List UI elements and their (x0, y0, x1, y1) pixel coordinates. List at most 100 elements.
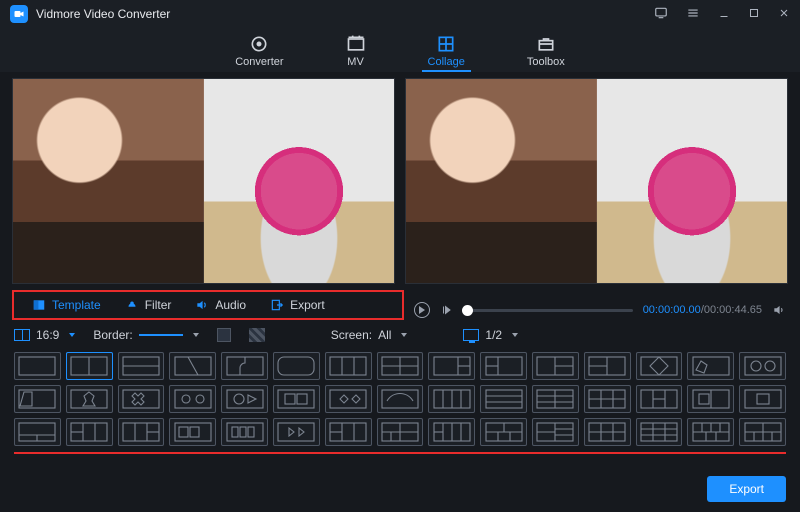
preview-stage (0, 72, 800, 284)
collage-icon (436, 34, 456, 54)
template-thumb[interactable] (325, 418, 372, 446)
preview-slot-left (406, 79, 597, 283)
template-thumb[interactable] (739, 352, 786, 380)
template-thumb[interactable] (66, 418, 113, 446)
step-icon[interactable] (440, 304, 452, 316)
template-thumb[interactable] (14, 352, 61, 380)
border-color[interactable] (217, 328, 231, 342)
collage-slot-right[interactable] (204, 79, 394, 283)
main-nav: Converter MV Collage Toolbox (0, 28, 800, 72)
template-thumb[interactable] (14, 418, 61, 446)
footer: Export (707, 476, 786, 502)
template-thumb[interactable] (169, 352, 216, 380)
template-thumb[interactable] (636, 385, 683, 413)
template-thumb[interactable] (584, 352, 631, 380)
preview-panel[interactable] (405, 78, 788, 284)
template-thumb[interactable] (687, 352, 734, 380)
template-thumb[interactable] (532, 385, 579, 413)
template-thumb[interactable] (739, 385, 786, 413)
template-thumb[interactable] (428, 385, 475, 413)
border-select[interactable]: Border: (93, 328, 198, 342)
template-thumb[interactable] (325, 385, 372, 413)
template-thumb[interactable] (325, 352, 372, 380)
toolbox-icon (536, 34, 556, 54)
template-thumb[interactable] (221, 385, 268, 413)
template-thumb[interactable] (273, 385, 320, 413)
template-thumb[interactable] (221, 352, 268, 380)
template-thumb[interactable] (480, 418, 527, 446)
pattern-icon (249, 328, 265, 342)
maximize-icon[interactable] (748, 7, 760, 22)
template-thumb[interactable] (584, 385, 631, 413)
aspect-ratio-select[interactable]: 16:9 (14, 328, 75, 342)
template-thumb[interactable] (687, 385, 734, 413)
template-thumb[interactable] (377, 385, 424, 413)
template-thumb[interactable] (532, 352, 579, 380)
monitor-icon (463, 329, 479, 341)
template-icon (32, 298, 46, 312)
template-thumb[interactable] (532, 418, 579, 446)
play-button[interactable] (414, 302, 430, 318)
nav-mv[interactable]: MV (346, 34, 366, 72)
tab-audio[interactable]: Audio (183, 295, 258, 315)
border-line-icon (139, 334, 183, 336)
preview-player: 00:00:00.00/00:00:44.65 (414, 300, 786, 320)
collage-tabs: Template Filter Audio Export (12, 290, 404, 320)
template-thumb[interactable] (480, 385, 527, 413)
ratio-icon (14, 329, 30, 341)
close-icon[interactable] (778, 7, 790, 22)
collage-slot-left[interactable] (13, 79, 204, 283)
template-thumb[interactable] (636, 352, 683, 380)
minimize-icon[interactable] (718, 7, 730, 22)
screen-select[interactable]: Screen: All (331, 328, 408, 342)
volume-icon[interactable] (772, 303, 786, 317)
template-thumb[interactable] (428, 418, 475, 446)
template-thumb[interactable] (169, 385, 216, 413)
audio-icon (195, 298, 209, 312)
swatch-icon (217, 328, 231, 342)
template-grid (0, 352, 800, 446)
template-thumb[interactable] (66, 385, 113, 413)
template-thumb[interactable] (118, 418, 165, 446)
time-display: 00:00:00.00/00:00:44.65 (643, 304, 762, 316)
tab-export[interactable]: Export (258, 295, 337, 315)
app-logo (10, 5, 28, 23)
feedback-icon[interactable] (654, 6, 668, 23)
filter-icon (125, 298, 139, 312)
mv-icon (346, 34, 366, 54)
tab-template[interactable]: Template (20, 295, 113, 315)
seek-track[interactable] (462, 309, 633, 312)
template-thumb[interactable] (480, 352, 527, 380)
nav-collage[interactable]: Collage (428, 34, 465, 72)
export-icon (270, 298, 284, 312)
template-thumb[interactable] (273, 352, 320, 380)
converter-icon (249, 34, 269, 54)
template-thumb[interactable] (169, 418, 216, 446)
template-thumb[interactable] (273, 418, 320, 446)
template-thumb[interactable] (14, 385, 61, 413)
nav-toolbox[interactable]: Toolbox (527, 34, 565, 72)
export-button[interactable]: Export (707, 476, 786, 502)
template-thumb[interactable] (66, 352, 113, 380)
preview-slot-right (597, 79, 787, 283)
template-thumb[interactable] (739, 418, 786, 446)
highlight-underline (14, 452, 786, 454)
border-pattern[interactable] (249, 328, 265, 342)
template-thumb[interactable] (377, 418, 424, 446)
template-thumb[interactable] (118, 385, 165, 413)
nav-converter[interactable]: Converter (235, 34, 283, 72)
options-bar: 16:9 Border: Screen: All 1/2 (0, 320, 800, 350)
titlebar: Vidmore Video Converter (0, 0, 800, 28)
template-thumb[interactable] (687, 418, 734, 446)
template-thumb[interactable] (377, 352, 424, 380)
template-thumb[interactable] (428, 352, 475, 380)
tab-filter[interactable]: Filter (113, 295, 184, 315)
menu-icon[interactable] (686, 6, 700, 23)
app-title: Vidmore Video Converter (36, 7, 654, 21)
template-thumb[interactable] (221, 418, 268, 446)
template-thumb[interactable] (118, 352, 165, 380)
screen-count-select[interactable]: 1/2 (463, 328, 518, 342)
collage-editor-panel[interactable] (12, 78, 395, 284)
template-thumb[interactable] (636, 418, 683, 446)
template-thumb[interactable] (584, 418, 631, 446)
